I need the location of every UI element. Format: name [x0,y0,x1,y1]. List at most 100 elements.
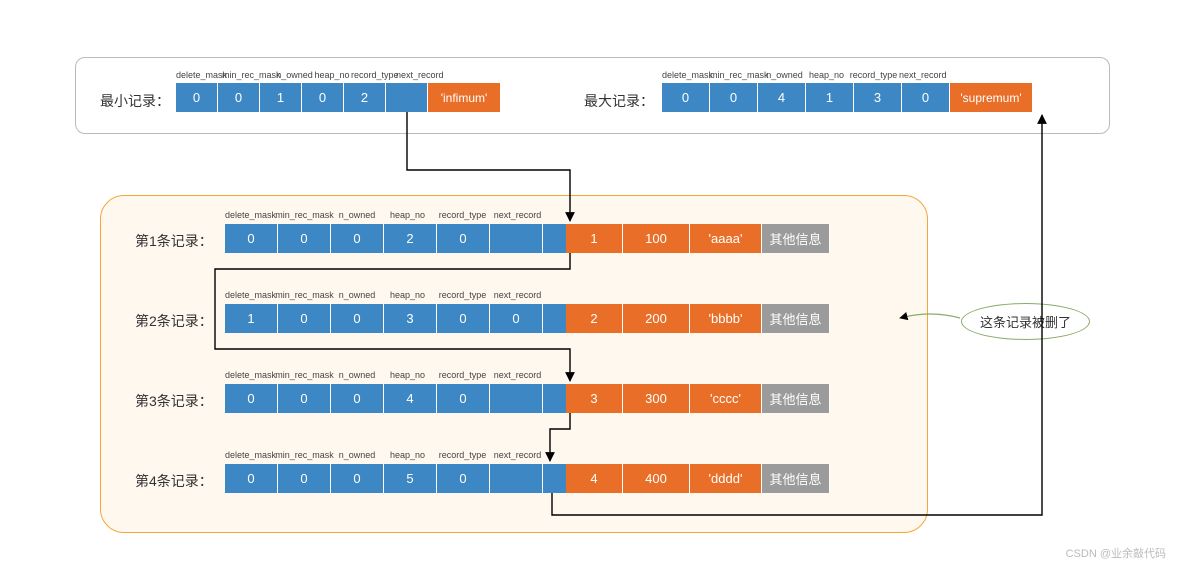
hdr-min-rec-mask: min_rec_mask [275,290,334,301]
cell: 0 [225,464,278,493]
extra-cell: 其他信息 [762,384,830,413]
row1-label: 第1条记录： [135,231,213,251]
spacer [543,384,566,413]
hdr-heap-no: heap_no [805,70,848,81]
hdr-min-rec-mask: min_rec_mask [275,210,334,221]
cell: 0 [662,83,710,112]
cell: 3 [384,304,437,333]
spacer [543,224,566,253]
row3-headers: delete_mask min_rec_mask n_owned heap_no… [225,370,545,381]
cell: 2 [384,224,437,253]
hdr-delete-mask: delete_mask [225,370,275,381]
hdr-delete-mask: delete_mask [662,70,710,81]
max-record-row: 0 0 4 1 3 0 'supremum' [662,83,1033,112]
hdr-heap-no: heap_no [380,370,435,381]
cell-next-record [490,384,543,413]
cell: 0 [331,384,384,413]
cell: 0 [437,224,490,253]
cell: 0 [437,384,490,413]
hdr-heap-no: heap_no [380,450,435,461]
data-cell: 'dddd' [690,464,762,493]
row3: 0 0 0 4 0 3 300 'cccc' 其他信息 [225,384,830,413]
hdr-record-type: record_type [848,70,899,81]
hdr-min-rec-mask: min_rec_mask [275,370,334,381]
hdr-delete-mask: delete_mask [225,290,275,301]
hdr-n-owned: n_owned [276,70,313,81]
hdr-n-owned: n_owned [334,450,380,461]
hdr-record-type: record_type [435,450,490,461]
extra-cell: 其他信息 [762,224,830,253]
row4: 0 0 0 5 0 4 400 'dddd' 其他信息 [225,464,830,493]
hdr-heap-no: heap_no [380,210,435,221]
row3-label: 第3条记录： [135,391,213,411]
cell: 0 [902,83,950,112]
cell: 0 [225,224,278,253]
cell: 0 [302,83,344,112]
hdr-next-record: next_record [490,290,545,301]
cell: 0 [225,384,278,413]
cell: 0 [437,304,490,333]
cell: 0 [278,304,331,333]
hdr-n-owned: n_owned [334,290,380,301]
hdr-n-owned: n_owned [764,70,805,81]
min-record-headers: delete_mask min_rec_mask n_owned heap_no… [176,70,442,81]
hdr-heap-no: heap_no [380,290,435,301]
cell-next-record [490,224,543,253]
cell: 0 [218,83,260,112]
data-cell: 'cccc' [690,384,762,413]
cell: 0 [331,464,384,493]
hdr-n-owned: n_owned [334,210,380,221]
extra-cell: 其他信息 [762,304,830,333]
cell-next-record [490,464,543,493]
data-cell: 4 [566,464,623,493]
hdr-next-record: next_record [899,70,946,81]
data-cell: 200 [623,304,690,333]
cell: 1 [806,83,854,112]
hdr-delete-mask: delete_mask [176,70,222,81]
cell: 0 [331,224,384,253]
hdr-n-owned: n_owned [334,370,380,381]
hdr-delete-mask: delete_mask [225,210,275,221]
hdr-next-record: next_record [396,70,442,81]
row2-label: 第2条记录： [135,311,213,331]
watermark: CSDN @业余敲代码 [1066,545,1166,561]
cell: 4 [384,384,437,413]
hdr-next-record: next_record [490,210,545,221]
data-cell: 'bbbb' [690,304,762,333]
data-cell: 1 [566,224,623,253]
payload-infimum: 'infimum' [428,83,501,112]
hdr-record-type: record_type [435,290,490,301]
deleted-annotation: 这条记录被删了 [961,303,1090,340]
row1-headers: delete_mask min_rec_mask n_owned heap_no… [225,210,545,221]
hdr-min-rec-mask: min_rec_mask [710,70,764,81]
cell: 1 [260,83,302,112]
hdr-delete-mask: delete_mask [225,450,275,461]
extra-cell: 其他信息 [762,464,830,493]
cell: 2 [344,83,386,112]
cell: 0 [176,83,218,112]
hdr-next-record: next_record [490,370,545,381]
min-record-label: 最小记录： [100,91,170,111]
cell: 0 [437,464,490,493]
data-cell: 'aaaa' [690,224,762,253]
cell: 0 [331,304,384,333]
cell: 0 [278,464,331,493]
row2: 1 0 0 3 0 0 2 200 'bbbb' 其他信息 [225,304,830,333]
cell: 3 [854,83,902,112]
row2-headers: delete_mask min_rec_mask n_owned heap_no… [225,290,545,301]
row4-headers: delete_mask min_rec_mask n_owned heap_no… [225,450,545,461]
spacer [543,304,566,333]
data-cell: 300 [623,384,690,413]
max-record-label: 最大记录： [584,91,654,111]
cell-next-record [386,83,428,112]
hdr-record-type: record_type [435,370,490,381]
row1: 0 0 0 2 0 1 100 'aaaa' 其他信息 [225,224,830,253]
cell: 0 [490,304,543,333]
data-cell: 3 [566,384,623,413]
row4-label: 第4条记录： [135,471,213,491]
cell: 1 [225,304,278,333]
min-record-row: 0 0 1 0 2 'infimum' [176,83,501,112]
data-cell: 100 [623,224,690,253]
cell: 0 [278,224,331,253]
cell: 0 [710,83,758,112]
